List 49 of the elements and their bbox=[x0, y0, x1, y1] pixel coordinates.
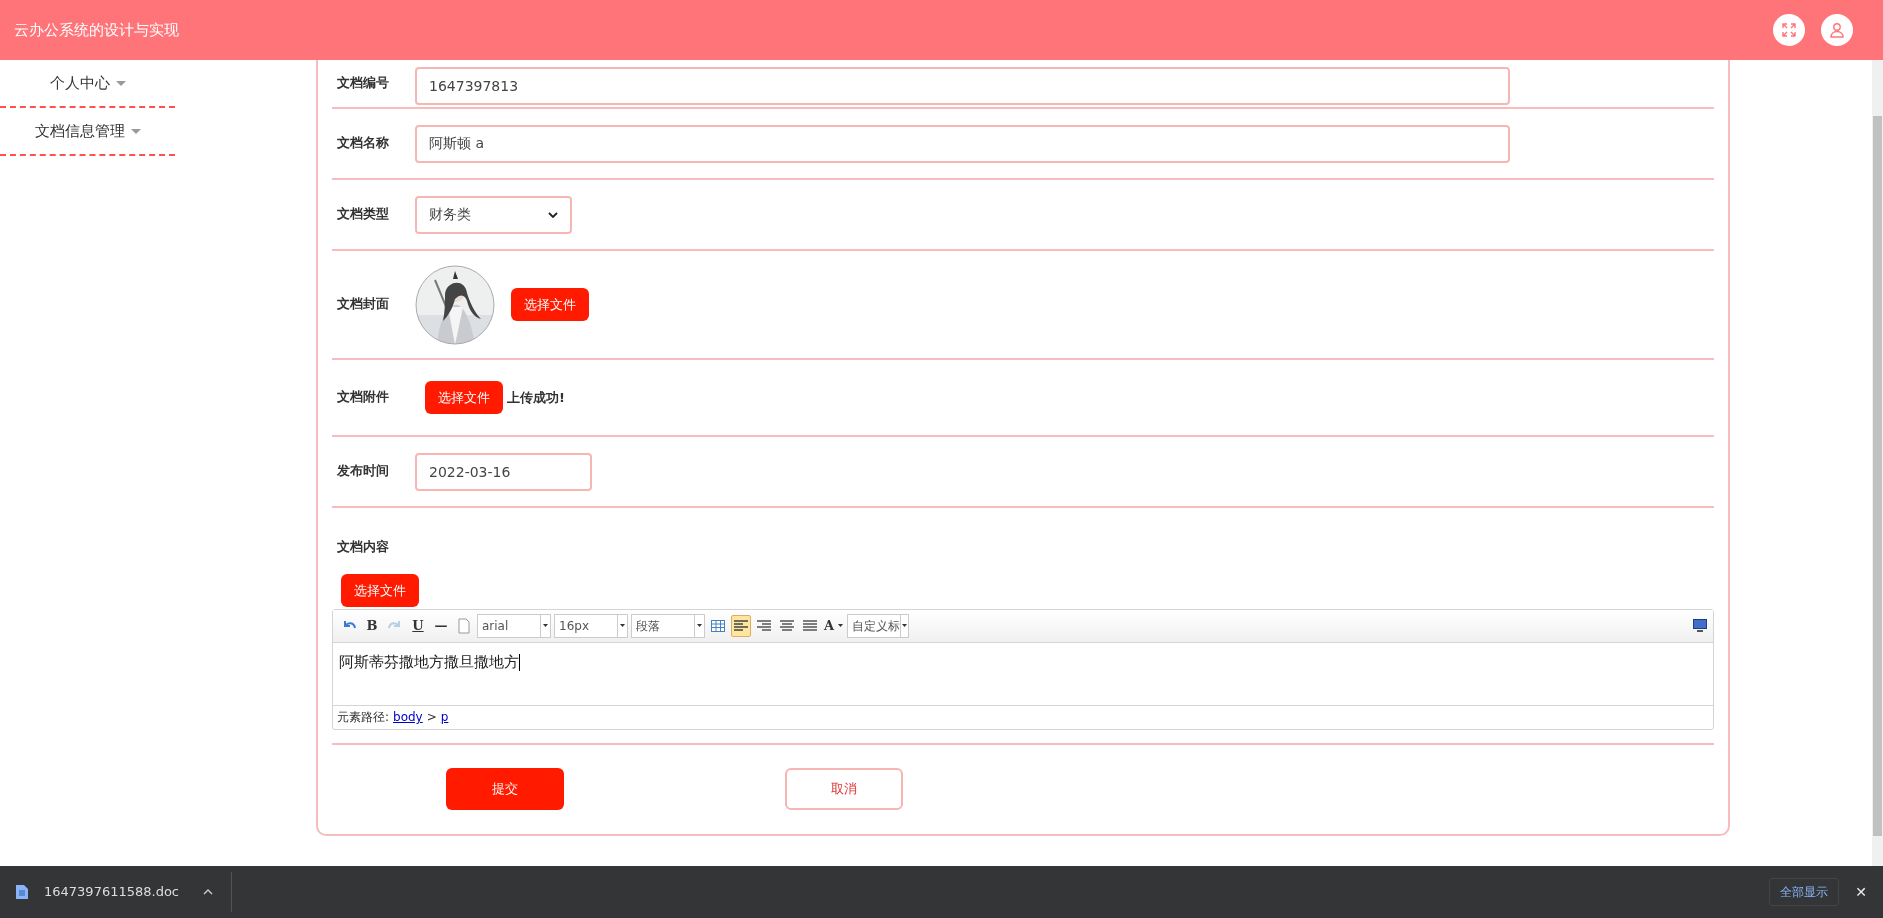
sidebar-menu-item[interactable]: 个人中心 bbox=[0, 60, 175, 108]
editor-text[interactable]: 阿斯蒂芬撒地方撒旦撒地方 bbox=[339, 652, 519, 671]
choose-file-button[interactable]: 选择文件 bbox=[341, 573, 419, 607]
document-icon bbox=[16, 885, 28, 899]
field-label: 文档名称 bbox=[337, 134, 390, 153]
dropdown-field[interactable]: 段落 bbox=[631, 613, 705, 638]
path-separator: > bbox=[426, 709, 437, 727]
caret-icon[interactable] bbox=[543, 624, 548, 628]
field-label: 文档类型 bbox=[337, 205, 390, 224]
field-label: 文档内容 bbox=[337, 538, 390, 556]
field-label: 文档编号 bbox=[337, 74, 390, 93]
chevron-up-icon[interactable] bbox=[203, 889, 213, 895]
type-select[interactable]: 财务类 bbox=[415, 195, 572, 234]
show-all-button[interactable]: 全部显示 bbox=[1769, 878, 1840, 906]
format-button[interactable]: U bbox=[408, 614, 428, 637]
fullscreen-icon[interactable] bbox=[1773, 14, 1805, 46]
path-label: 元素路径: bbox=[337, 709, 390, 727]
caret-icon[interactable] bbox=[838, 624, 844, 628]
field-label: 发布时间 bbox=[337, 462, 390, 481]
format-button[interactable]: — bbox=[431, 614, 451, 637]
path-link[interactable]: body bbox=[393, 708, 423, 727]
choose-file-button[interactable]: 选择文件 bbox=[425, 381, 503, 414]
scrollbar-thumb[interactable] bbox=[1873, 116, 1882, 836]
format-button[interactable]: B bbox=[362, 614, 382, 637]
close-button[interactable]: ✕ bbox=[1855, 881, 1867, 903]
align-left-icon[interactable] bbox=[731, 614, 751, 637]
field-label: 文档附件 bbox=[337, 388, 390, 407]
cancel-button[interactable]: 取消 bbox=[785, 768, 903, 810]
download-filename[interactable]: 1647397611588.doc bbox=[44, 882, 179, 902]
path-link[interactable]: p bbox=[440, 708, 449, 727]
app-title: 云办公系统的设计与实现 bbox=[14, 19, 179, 41]
date-field[interactable]: 2022-03-16 bbox=[415, 452, 592, 491]
preview-icon[interactable] bbox=[1693, 619, 1707, 633]
sidebar-menu-item[interactable]: 文档信息管理 bbox=[0, 108, 175, 156]
text-field[interactable]: 阿斯顿 a bbox=[415, 124, 1510, 163]
dropdown-field[interactable]: 16px bbox=[554, 613, 628, 638]
choose-file-button[interactable]: 选择文件 bbox=[511, 288, 589, 321]
submit-button[interactable]: 提交 bbox=[446, 768, 564, 810]
upload-status-text: 上传成功! bbox=[507, 388, 565, 407]
dropdown-field[interactable]: arial bbox=[477, 613, 551, 638]
font-color-button[interactable]: A bbox=[823, 614, 845, 637]
caret-icon[interactable] bbox=[697, 624, 702, 628]
caret-icon bbox=[548, 211, 558, 218]
text-field[interactable]: 1647397813 bbox=[415, 66, 1510, 105]
caret-icon[interactable] bbox=[620, 624, 625, 628]
dropdown-field[interactable]: 自定义标 bbox=[847, 613, 910, 638]
caret-icon[interactable] bbox=[902, 624, 908, 628]
field-label: 文档封面 bbox=[337, 295, 390, 314]
user-icon[interactable] bbox=[1821, 14, 1853, 46]
